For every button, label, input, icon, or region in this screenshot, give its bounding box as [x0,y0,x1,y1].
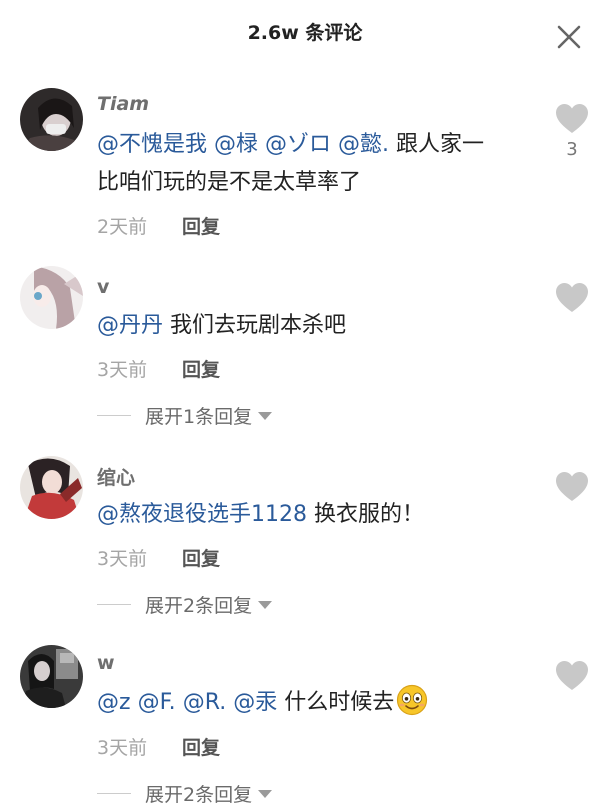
avatar-image [20,88,83,151]
expand-replies-label: 展开1条回复 [145,406,253,428]
username[interactable]: Tiam [97,93,149,115]
like-button[interactable] [555,282,589,314]
caret-down-icon [258,411,273,420]
reply-button[interactable]: 回复 [182,733,220,760]
comments-header: 2.6w 条评论 [0,0,610,64]
divider-dash [97,415,131,416]
mention-link[interactable]: @熬夜退役选手1128 [97,502,307,527]
avatar[interactable] [20,266,83,329]
comment-time: 2天前 [97,216,148,238]
heart-icon [556,104,588,133]
username[interactable]: v [97,276,109,298]
comment-count-title: 2.6w 条评论 [247,22,363,44]
comment-text-part: 什么时候去 [284,690,395,715]
mention-link[interactable]: @z [97,690,131,715]
caret-down-icon [258,789,273,798]
reply-button[interactable]: 回复 [182,355,220,382]
avatar-image [20,456,83,519]
comment-text: @不愧是我 @椂 @ゾロ @懿. 跟人家一 比咱们玩的是不是太草率了 [97,126,542,202]
heart-icon [556,472,588,501]
heart-icon [556,661,588,690]
smiling-emoji-icon [396,684,428,716]
mention-link[interactable]: @椂 [214,132,258,157]
mention-link[interactable]: @不愧是我 [97,132,207,157]
like-count: 3 [566,139,578,160]
like-button[interactable] [555,660,589,692]
divider-dash [97,793,131,794]
expand-replies[interactable]: 展开1条回复 [97,402,273,429]
like-button[interactable] [555,103,589,135]
heart-icon [556,283,588,312]
divider-dash [97,604,131,605]
comment-text-part: 比咱们玩的是不是太草率了 [97,170,362,195]
comment-text: @熬夜退役选手1128 换衣服的！ [97,496,542,534]
comment-text-part: 换衣服的！ [314,502,425,527]
mention-link[interactable]: @R. [183,690,227,715]
mention-link[interactable]: @汞 [233,690,277,715]
avatar-image [20,645,83,708]
reply-button[interactable]: 回复 [182,212,220,239]
caret-down-icon [258,600,273,609]
expand-replies-label: 展开2条回复 [145,595,253,617]
comment-text: @丹丹 我们去玩剧本杀吧 [97,307,542,345]
username[interactable]: 绾心 [97,463,135,490]
comment-text-part: 跟人家一 [396,132,485,157]
avatar[interactable] [20,456,83,519]
mention-link[interactable]: @ゾロ [265,132,331,157]
expand-replies[interactable]: 展开2条回复 [97,780,273,804]
close-button[interactable] [552,20,586,54]
expand-replies[interactable]: 展开2条回复 [97,591,273,618]
mention-link[interactable]: @F. [138,690,176,715]
mention-link[interactable]: @丹丹 [97,313,163,338]
username[interactable]: w [97,652,115,674]
expand-replies-label: 展开2条回复 [145,784,253,804]
close-icon [557,25,581,49]
comment-text: @z @F. @R. @汞 什么时候去 [97,684,542,722]
mention-link[interactable]: @懿. [338,132,389,157]
comment-time: 3天前 [97,548,148,570]
comment-time: 3天前 [97,737,148,759]
comment-text-part: 我们去玩剧本杀吧 [170,313,347,338]
avatar[interactable] [20,645,83,708]
reply-button[interactable]: 回复 [182,544,220,571]
avatar-image [20,266,83,329]
like-button[interactable] [555,471,589,503]
avatar[interactable] [20,88,83,151]
comment-time: 3天前 [97,359,148,381]
